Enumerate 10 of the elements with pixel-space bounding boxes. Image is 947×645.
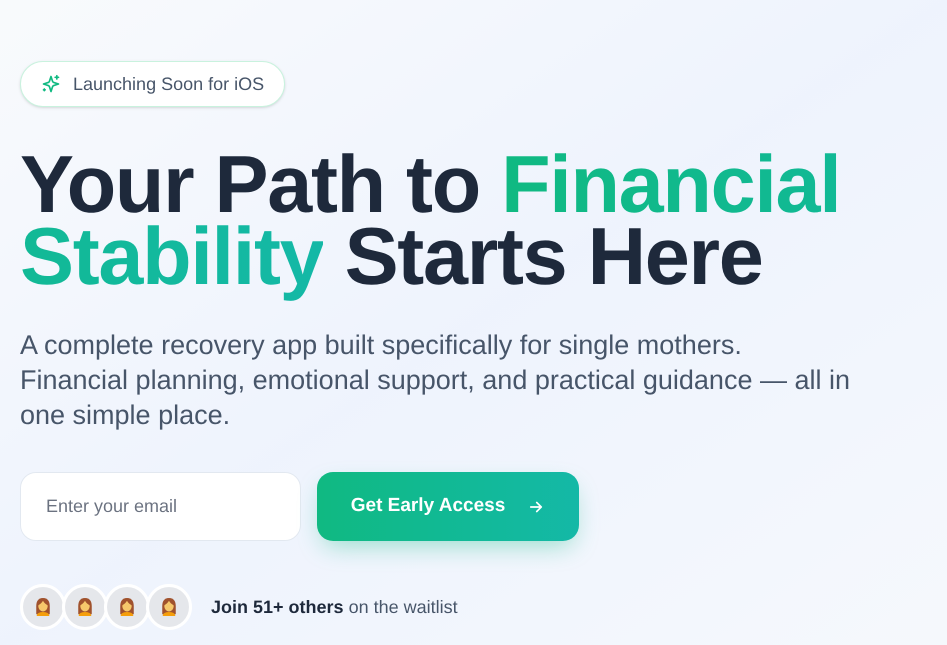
woman-icon: [76, 597, 94, 617]
sparkle-icon: [41, 74, 61, 94]
woman-icon: [34, 597, 52, 617]
description: A complete recovery app built specifically for single mothers. Financial planning, emotional support, and practical guidance — all in one simple place.: [20, 329, 851, 432]
waitlist-text: Join 51+ others on the waitlist: [211, 596, 458, 618]
email-field[interactable]: Enter your email: [20, 472, 301, 541]
badge-label: Launching Soon for iOS: [73, 72, 264, 96]
woman-icon: [160, 597, 178, 617]
get-early-access-button[interactable]: Get Early Access: [317, 472, 579, 541]
woman-icon: [118, 597, 136, 617]
